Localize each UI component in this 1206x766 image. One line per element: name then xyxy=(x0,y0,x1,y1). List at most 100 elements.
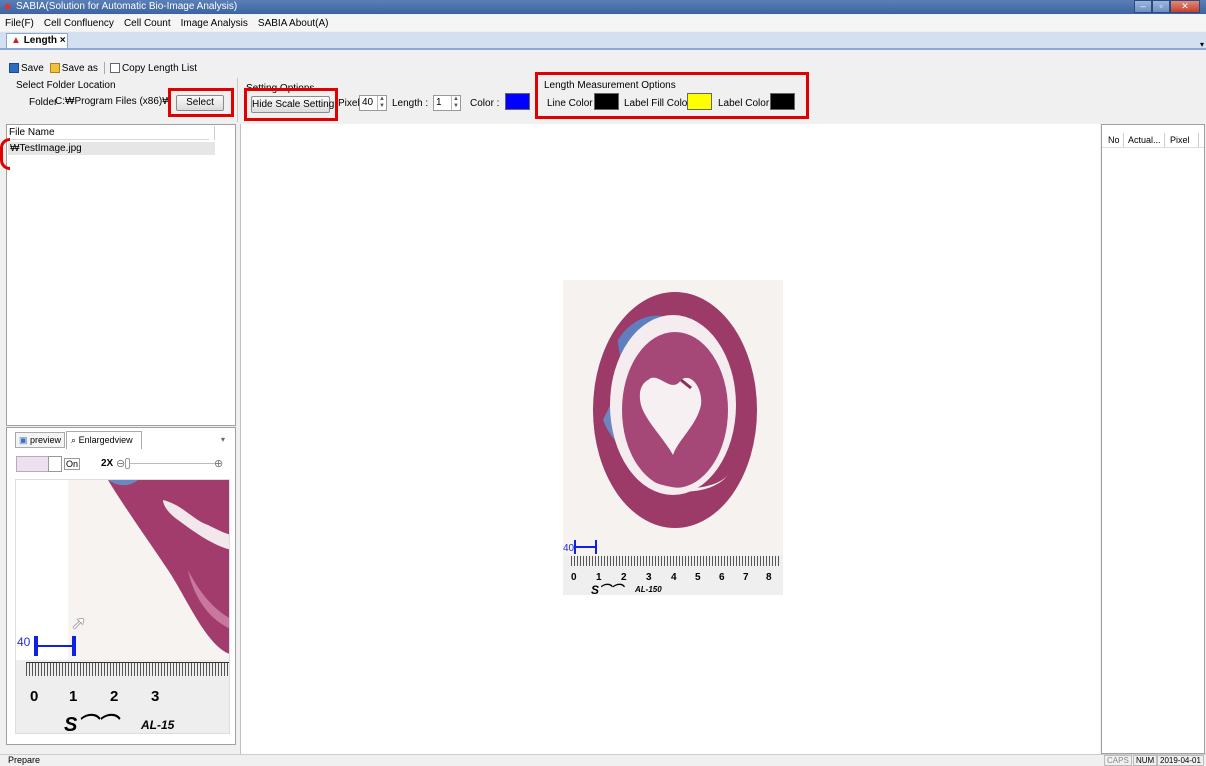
window-controls: – ▫ ✕ xyxy=(1134,0,1200,14)
window-title: SABIA(Solution for Automatic Bio-Image A… xyxy=(16,1,238,12)
ruler-number-2: 2 xyxy=(110,688,119,705)
results-header: No Actual... Pixel xyxy=(1102,133,1204,148)
save-button[interactable]: Save xyxy=(9,63,44,74)
save-label: Save xyxy=(21,62,44,74)
zoom-slider-thumb[interactable] xyxy=(125,458,130,469)
maximize-button[interactable]: ▫ xyxy=(1152,0,1170,13)
file-list-panel: File Name ₩TestImage.jpg xyxy=(6,124,236,426)
image-ruler-brand-text: AL-150 xyxy=(635,585,662,594)
image-ruler-number-4: 4 xyxy=(671,572,677,583)
file-highlight-bracket xyxy=(0,138,10,170)
title-bar: ◆ SABIA(Solution for Automatic Bio-Image… xyxy=(0,0,1206,14)
tab-dropdown-icon[interactable]: ▾ xyxy=(1200,40,1204,49)
save-as-button[interactable]: Save as xyxy=(49,63,98,74)
menu-cell-confluency[interactable]: Cell Confluency xyxy=(39,18,119,29)
ruler-number-3: 3 xyxy=(151,688,160,705)
column-separator xyxy=(214,126,215,140)
col-separator-1 xyxy=(1123,133,1124,147)
pixel-stepper[interactable]: 40 ▲ ▼ xyxy=(359,95,387,111)
copy-icon xyxy=(109,63,120,73)
select-folder-button[interactable]: Select xyxy=(176,95,224,111)
col-separator-2 xyxy=(1164,133,1165,147)
menu-bar: File(F) Cell Confluency Cell Count Image… xyxy=(0,15,1206,31)
tab-enlargedview-label: Enlargedview xyxy=(78,435,133,445)
test-image[interactable]: 40 0 1 2 3 4 5 6 7 8 S⌒⌒ AL-150 xyxy=(563,280,783,597)
image-ruler-number-3: 3 xyxy=(646,572,652,583)
toolbar-separator xyxy=(103,62,105,74)
tab-preview[interactable]: ▣ preview xyxy=(15,432,65,448)
panel-dropdown-icon[interactable]: ▾ xyxy=(221,435,225,444)
color-label: Color : xyxy=(470,98,500,109)
mouse-cursor-icon: ➚ xyxy=(71,613,87,633)
folder-section-label: Select Folder Location xyxy=(16,80,116,91)
image-scale-label: 40 xyxy=(563,543,575,554)
length-tab-icon: ▲ xyxy=(11,35,21,46)
file-list-item[interactable]: ₩TestImage.jpg xyxy=(8,142,215,155)
pixel-value: 40 xyxy=(362,97,374,108)
magnifier-icon: ⌕ xyxy=(71,435,77,445)
toolbar: Save Save as Copy Length List xyxy=(0,61,197,75)
num-indicator: NUM xyxy=(1133,755,1158,766)
zoom-out-icon[interactable]: ⊖ xyxy=(116,457,125,470)
menu-cell-count[interactable]: Cell Count xyxy=(119,18,176,29)
enlarged-view-image[interactable]: 40 0 1 2 3 S⌒⌒ AL-15 ➚ xyxy=(15,479,230,734)
image-canvas[interactable]: 40 0 1 2 3 4 5 6 7 8 S⌒⌒ AL-150 xyxy=(240,124,1100,754)
image-scale-bar-line xyxy=(576,546,596,548)
label-fill-color-swatch[interactable] xyxy=(687,93,712,110)
line-color-swatch[interactable] xyxy=(594,93,619,110)
menu-file[interactable]: File(F) xyxy=(0,18,39,29)
zoom-in-icon[interactable]: ⊕ xyxy=(214,457,223,470)
menu-about[interactable]: SABIA About(A) xyxy=(253,18,334,29)
col-pixel[interactable]: Pixel xyxy=(1170,135,1190,145)
zoom-slider-track[interactable] xyxy=(126,463,218,464)
length-options-label: Length Measurement Options xyxy=(544,80,676,91)
col-actual[interactable]: Actual... xyxy=(1128,135,1161,145)
app-icon: ◆ xyxy=(4,1,11,11)
date-indicator: 2019-04-01 xyxy=(1157,755,1204,766)
label-color-swatch[interactable] xyxy=(770,93,795,110)
close-button[interactable]: ✕ xyxy=(1170,0,1200,13)
tissue-section xyxy=(593,292,757,528)
toggle-knob[interactable] xyxy=(48,456,62,472)
tissue-closeup xyxy=(108,480,229,654)
preview-tab-icon: ▣ xyxy=(19,435,28,445)
folder-path-field[interactable]: C:₩Program Files (x86)₩MeTe xyxy=(55,94,168,110)
label-fill-color-label: Label Fill Color : xyxy=(624,98,697,109)
ruler-brand-logo: S⌒⌒ xyxy=(64,714,118,734)
copy-length-list-label: Copy Length List xyxy=(121,62,197,74)
tab-length[interactable]: ▲ Length × xyxy=(6,33,68,48)
length-stepper-arrows-icon[interactable]: ▲ ▼ xyxy=(451,96,460,110)
scale-color-swatch[interactable] xyxy=(505,93,530,110)
document-tab-strip: ▲ Length × xyxy=(0,32,1206,50)
image-ruler-brand-logo: S⌒⌒ xyxy=(591,583,624,597)
ruler-number-1: 1 xyxy=(69,688,78,705)
image-ruler-ticks xyxy=(571,556,779,566)
menu-image-analysis[interactable]: Image Analysis xyxy=(176,18,253,29)
zoom-level-label: 2X xyxy=(101,458,114,469)
tab-enlargedview[interactable]: ⌕ Enlargedview xyxy=(66,431,142,449)
ruler-number-0: 0 xyxy=(30,688,39,705)
tab-close-icon[interactable]: × xyxy=(60,35,66,46)
results-panel: No Actual... Pixel xyxy=(1101,124,1205,754)
status-text: Prepare xyxy=(8,755,41,765)
scale-bar-right-cap xyxy=(72,636,76,656)
scale-bar-line xyxy=(38,645,73,647)
preview-panel: ▣ preview ⌕ Enlargedview ▾ On 2X ⊖ ⊕ 40 … xyxy=(6,427,236,745)
length-value: 1 xyxy=(436,97,442,108)
length-stepper[interactable]: 1 ▲ ▼ xyxy=(433,95,461,111)
section-divider xyxy=(237,78,238,122)
status-bar: Prepare CAPS NUM 2019-04-01 xyxy=(0,754,1206,766)
copy-length-list-button[interactable]: Copy Length List xyxy=(109,62,197,74)
save-icon xyxy=(9,63,19,73)
pixel-stepper-arrows-icon[interactable]: ▲ ▼ xyxy=(377,96,386,110)
minimize-button[interactable]: – xyxy=(1134,0,1152,13)
ruler-baseline xyxy=(26,662,229,663)
hide-scale-setting-button[interactable]: Hide Scale Setting xyxy=(251,96,334,113)
enlarged-scale-label: 40 xyxy=(17,635,31,649)
tab-length-label: Length xyxy=(23,35,58,46)
col-no[interactable]: No xyxy=(1108,135,1120,145)
col-separator-3 xyxy=(1198,133,1199,147)
ruler-ticks xyxy=(26,662,229,676)
tab-preview-label: preview xyxy=(30,435,62,445)
file-name-column-header[interactable]: File Name xyxy=(9,127,209,140)
